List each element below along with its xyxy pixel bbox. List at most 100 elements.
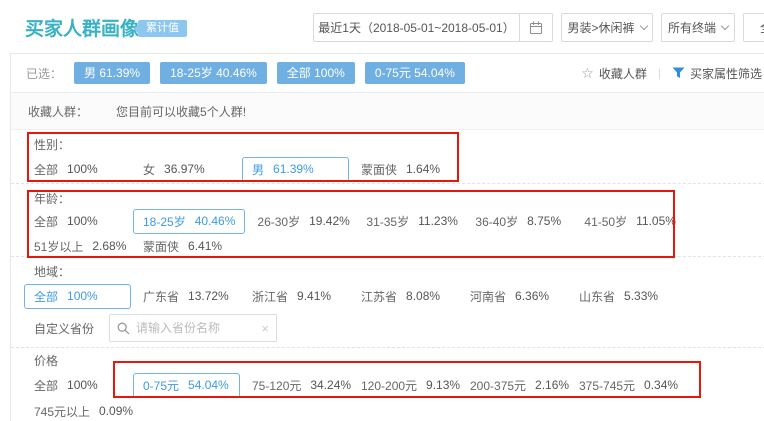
filter-option[interactable]: 120-200元 9.13%	[361, 377, 470, 394]
filter-option[interactable]: 200-375元 2.16%	[470, 377, 579, 394]
option-value: 100%	[67, 289, 98, 303]
option-row: 全部 100% 0-75元 54.04% 75-120元 34.24% 120-…	[34, 373, 764, 397]
option-label: 山东省	[579, 288, 615, 305]
date-range-picker[interactable]: 最近1天（2018-05-01~2018-05-01）	[313, 13, 553, 42]
section-body: 全部 100% 广东省 13.72% 浙江省 9.41% 江苏省 8.08% 河…	[34, 284, 764, 342]
more-dropdown[interactable]: 全	[743, 13, 764, 42]
option-label: 0-75元	[143, 377, 179, 394]
option-value: 36.97%	[164, 162, 205, 176]
filter-option[interactable]: 蒙面侠 6.41%	[143, 238, 252, 255]
filter-option[interactable]: 31-35岁 11.23%	[366, 213, 475, 230]
option-row: 745元以上 0.09%	[34, 399, 764, 420]
province-search-box: ×	[109, 314, 277, 342]
buyer-attribute-filter-button[interactable]: 买家属性筛选	[672, 65, 762, 82]
category-dropdown[interactable]: 男装>休闲裤	[561, 13, 653, 42]
terminal-dropdown[interactable]: 所有终端	[661, 13, 735, 42]
option-label: 120-200元	[361, 377, 417, 394]
option-label: 51岁以上	[34, 238, 83, 255]
option-value: 9.41%	[297, 289, 331, 303]
option-value: 8.75%	[527, 214, 561, 228]
buyer-attribute-filter-label: 买家属性筛选	[690, 65, 762, 82]
category-dropdown-label: 男装>休闲裤	[567, 19, 634, 36]
filter-option[interactable]: 全部 100%	[34, 377, 143, 394]
option-row: 全部 100% 女 36.97% 男 61.39% 蒙面侠 1.64%	[34, 157, 764, 181]
filter-option[interactable]: 26-30岁 19.42%	[257, 213, 366, 230]
filter-option[interactable]: 0-75元 54.04%	[133, 373, 240, 398]
option-row: 全部 100% 广东省 13.72% 浙江省 9.41% 江苏省 8.08% 河…	[34, 284, 764, 308]
filter-chip[interactable]: 全部 100%	[277, 62, 355, 84]
custom-province-row: 自定义省份 ×	[34, 314, 764, 342]
calendar-button[interactable]	[519, 14, 552, 41]
province-search-input[interactable]	[136, 321, 261, 335]
favorite-row-label: 收藏人群：	[28, 103, 88, 120]
option-label: 75-120元	[252, 377, 301, 394]
option-label: 男	[252, 161, 264, 178]
option-value: 54.04%	[188, 378, 229, 392]
option-value: 0.09%	[99, 404, 133, 418]
filter-chip[interactable]: 0-75元 54.04%	[365, 62, 465, 84]
filter-option[interactable]: 山东省 5.33%	[579, 288, 688, 305]
section-label: 性别：	[34, 136, 764, 154]
option-label: 全部	[34, 213, 58, 230]
filter-option[interactable]: 河南省 6.36%	[470, 288, 579, 305]
funnel-icon	[672, 67, 685, 79]
option-label: 全部	[34, 377, 58, 394]
filter-chip[interactable]: 男 61.39%	[74, 62, 150, 84]
option-value: 8.08%	[406, 289, 440, 303]
option-value: 0.34%	[644, 378, 678, 392]
favorite-crowd-button[interactable]: ☆ 收藏人群	[581, 65, 647, 82]
option-label: 375-745元	[579, 377, 635, 394]
calendar-icon	[529, 21, 543, 35]
chevron-down-icon	[639, 21, 647, 29]
selected-label: 已选：	[26, 65, 62, 82]
option-label: 全部	[34, 288, 58, 305]
option-value: 19.42%	[309, 214, 350, 228]
gender-section: 性别： 全部 100% 女 36.97% 男 61.39% 蒙面侠 1.64%	[11, 130, 764, 184]
filter-option[interactable]: 18-25岁 40.46%	[133, 209, 245, 234]
option-value: 2.16%	[535, 378, 569, 392]
option-label: 18-25岁	[143, 213, 186, 230]
filter-option[interactable]: 51岁以上 2.68%	[34, 238, 143, 255]
clear-icon[interactable]: ×	[261, 322, 269, 335]
filter-option[interactable]: 男 61.39%	[242, 157, 349, 182]
option-label: 广东省	[143, 288, 179, 305]
option-label: 31-35岁	[366, 213, 409, 230]
section-label: 地域：	[34, 263, 764, 281]
filter-option[interactable]: 浙江省 9.41%	[252, 288, 361, 305]
option-label: 浙江省	[252, 288, 288, 305]
option-value: 13.72%	[188, 289, 229, 303]
date-range-text: 最近1天（2018-05-01~2018-05-01）	[314, 19, 519, 36]
option-value: 6.41%	[188, 239, 222, 253]
filter-option[interactable]: 女 36.97%	[143, 161, 252, 178]
search-icon	[117, 322, 130, 335]
filter-option[interactable]: 41-50岁 11.05%	[584, 213, 693, 230]
section-label: 年龄：	[34, 190, 764, 208]
section-body: 全部 100% 女 36.97% 男 61.39% 蒙面侠 1.64%	[34, 157, 764, 181]
option-label: 200-375元	[470, 377, 526, 394]
favorite-crowd-row: 收藏人群： 您目前可以收藏5个人群!	[11, 93, 764, 130]
favorite-row-message: 您目前可以收藏5个人群!	[116, 103, 246, 120]
star-icon: ☆	[581, 66, 594, 80]
option-value: 100%	[67, 378, 98, 392]
filter-chip[interactable]: 18-25岁 40.46%	[160, 62, 267, 84]
main-panel: 已选： 男 61.39%18-25岁 40.46%全部 100%0-75元 54…	[10, 53, 764, 421]
option-label: 全部	[34, 161, 58, 178]
filter-option[interactable]: 375-745元 0.34%	[579, 377, 688, 394]
option-value: 40.46%	[195, 214, 236, 228]
option-value: 9.13%	[426, 378, 460, 392]
filter-option[interactable]: 75-120元 34.24%	[252, 377, 361, 394]
filter-option[interactable]: 江苏省 8.08%	[361, 288, 470, 305]
filter-option[interactable]: 745元以上 0.09%	[34, 403, 143, 420]
option-label: 745元以上	[34, 403, 90, 420]
filter-option[interactable]: 全部 100%	[24, 284, 131, 309]
option-label: 蒙面侠	[143, 238, 179, 255]
section-label: 价格	[34, 352, 764, 370]
filter-option[interactable]: 广东省 13.72%	[143, 288, 252, 305]
filter-option[interactable]: 36-40岁 8.75%	[475, 213, 584, 230]
cumulative-value-badge: 累计值	[138, 20, 187, 37]
filter-option[interactable]: 全部 100%	[34, 161, 143, 178]
selected-bar-actions: ☆ 收藏人群 | 买家属性筛选	[581, 65, 764, 82]
option-label: 蒙面侠	[361, 161, 397, 178]
filter-option[interactable]: 蒙面侠 1.64%	[361, 161, 470, 178]
filter-option[interactable]: 全部 100%	[34, 213, 143, 230]
